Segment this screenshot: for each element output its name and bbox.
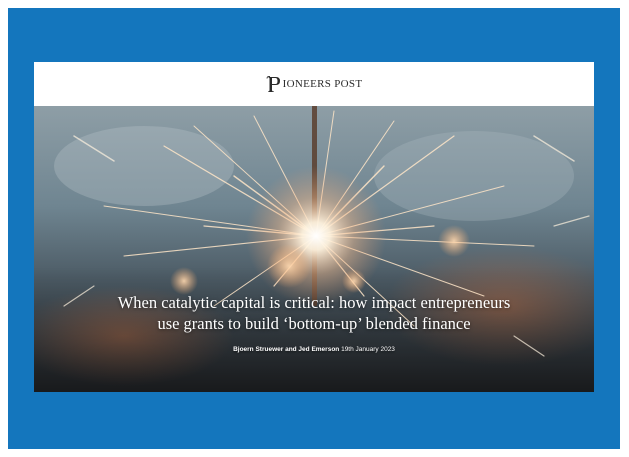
pioneers-post-logo[interactable]: IONEERS POST (266, 75, 363, 93)
article-card[interactable]: IONEERS POST When catalytic capital is c… (34, 62, 594, 392)
byline-date: 19th January 2023 (341, 346, 395, 353)
article-headline[interactable]: When catalytic capital is critical: how … (44, 292, 584, 334)
headline-line-1: When catalytic capital is critical: how … (117, 293, 511, 312)
pioneers-post-p-icon (266, 75, 280, 92)
hero-image: When catalytic capital is critical: how … (34, 106, 594, 392)
logo-text: IONEERS POST (282, 78, 363, 90)
site-header: IONEERS POST (34, 62, 594, 106)
article-byline: Bjoern Struewer and Jed Emerson 19th Jan… (34, 346, 594, 353)
headline-line-2: use grants to build ‘bottom-up’ blended … (157, 314, 471, 333)
byline-authors[interactable]: Bjoern Struewer and Jed Emerson (233, 346, 339, 353)
